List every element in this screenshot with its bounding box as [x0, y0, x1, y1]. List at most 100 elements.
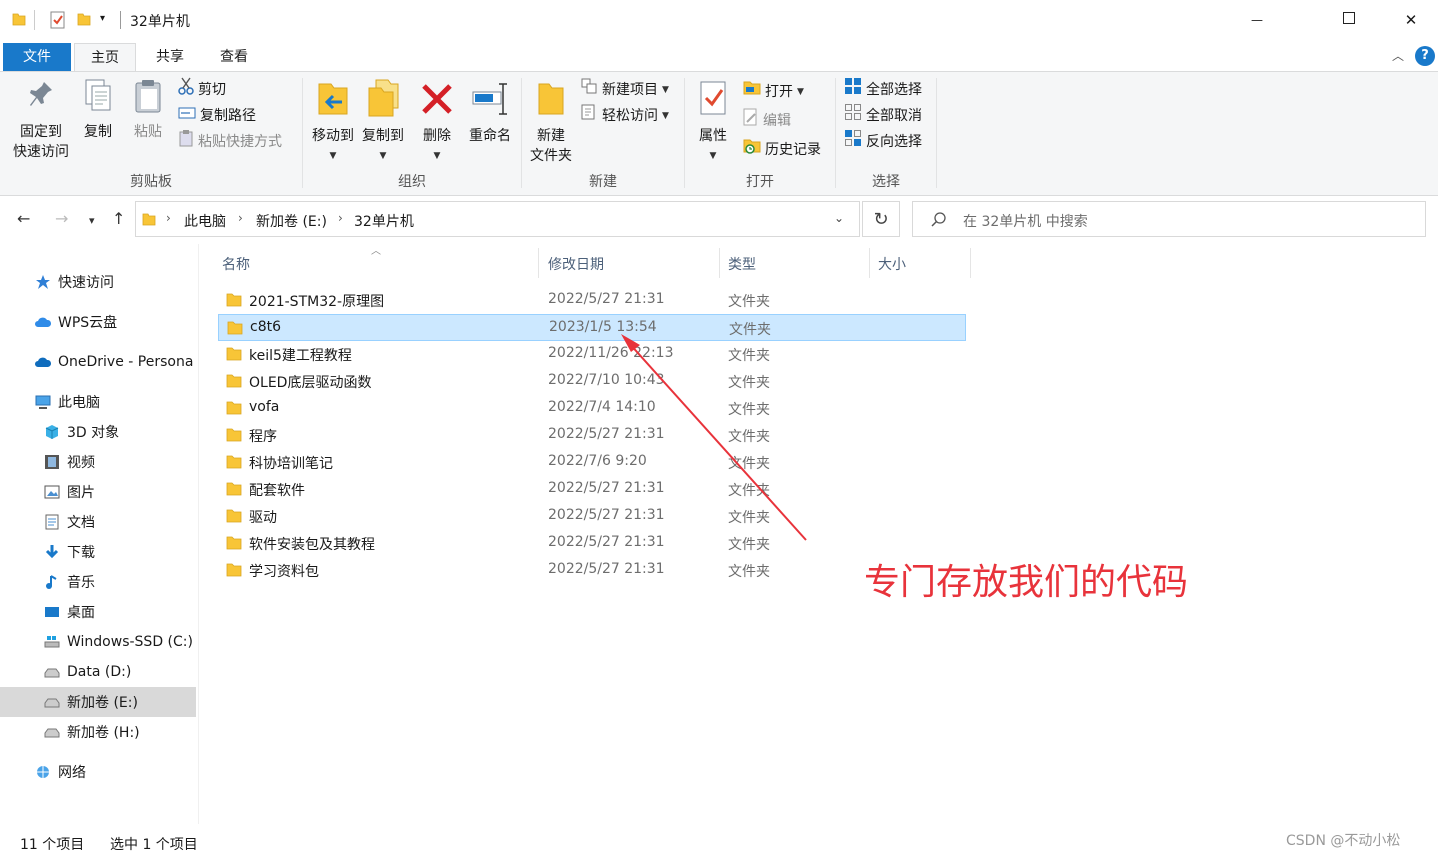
- file-row[interactable]: keil5建工程教程 2022/11/26 22:13 文件夹: [218, 341, 966, 368]
- easy-access-button[interactable]: 轻松访问 ▼: [580, 104, 669, 128]
- file-row-selected[interactable]: c8t6 2023/1/5 13:54 文件夹: [218, 314, 966, 341]
- music-icon: [43, 573, 61, 591]
- file-row[interactable]: vofa 2022/7/4 14:10 文件夹: [218, 395, 966, 422]
- file-type: 文件夹: [729, 322, 771, 338]
- recent-locations-chevron-icon[interactable]: ▾: [89, 214, 95, 227]
- select-all-button[interactable]: 全部选择: [844, 78, 922, 102]
- nav-item-documents[interactable]: 文档: [0, 507, 196, 537]
- column-header-type[interactable]: 类型: [728, 254, 756, 274]
- nav-item-drive-e[interactable]: 新加卷 (E:): [0, 687, 196, 717]
- file-type: 文件夹: [728, 483, 770, 499]
- search-input[interactable]: 在 32单片机 中搜索: [912, 201, 1426, 237]
- nav-item-pictures[interactable]: 图片: [0, 477, 196, 507]
- copy-path-button[interactable]: 复制路径: [178, 104, 256, 128]
- file-row[interactable]: 驱动 2022/5/27 21:31 文件夹: [218, 503, 966, 530]
- annotation-text: 专门存放我们的代码: [864, 562, 1189, 603]
- forward-arrow-icon[interactable]: →: [55, 209, 68, 228]
- breadcrumb-this-pc[interactable]: 此电脑: [184, 211, 226, 231]
- up-arrow-icon[interactable]: ↑: [112, 209, 125, 228]
- collapse-ribbon-icon[interactable]: ︿: [1392, 47, 1404, 64]
- maximize-button[interactable]: [1326, 0, 1372, 40]
- select-all-label: 全部选择: [866, 82, 922, 98]
- nav-item-drive-c[interactable]: Windows-SSD (C:): [0, 627, 196, 657]
- tab-home[interactable]: 主页: [74, 43, 136, 72]
- invert-selection-button[interactable]: 反向选择: [844, 130, 922, 154]
- refresh-button[interactable]: ↻: [862, 201, 900, 237]
- cut-button[interactable]: 剪切: [178, 77, 226, 102]
- paste-button[interactable]: 粘贴: [126, 78, 170, 142]
- nav-item-wps-cloud[interactable]: WPS云盘: [0, 307, 196, 337]
- history-button[interactable]: 历史记录: [743, 138, 821, 162]
- star-icon: [34, 273, 52, 291]
- breadcrumb-separator-icon[interactable]: ›: [338, 211, 343, 225]
- breadcrumb-separator-icon[interactable]: ›: [166, 211, 171, 225]
- edit-button[interactable]: 编辑: [743, 108, 791, 134]
- nav-item-drive-d[interactable]: Data (D:): [0, 657, 196, 687]
- file-row[interactable]: 2021-STM32-原理图 2022/5/27 21:31 文件夹: [218, 287, 966, 314]
- maximize-icon: [1343, 12, 1355, 28]
- file-type: 文件夹: [728, 294, 770, 310]
- navigation-pane: 快速访问 WPS云盘 OneDrive - Persona 此电脑 3D 对象 …: [0, 244, 198, 824]
- easy-access-dropdown-icon: ▼: [662, 111, 669, 121]
- paste-shortcut-button[interactable]: 粘贴快捷方式: [178, 130, 282, 154]
- nav-item-desktop[interactable]: 桌面: [0, 597, 196, 627]
- open-button[interactable]: 打开 ▼: [743, 80, 804, 104]
- file-row[interactable]: 配套软件 2022/5/27 21:31 文件夹: [218, 476, 966, 503]
- column-divider[interactable]: [970, 248, 971, 278]
- nav-item-this-pc[interactable]: 此电脑: [0, 387, 196, 417]
- network-icon: [34, 763, 52, 781]
- address-bar[interactable]: › 此电脑 › 新加卷 (E:) › 32单片机 ⌄: [135, 201, 860, 237]
- column-divider[interactable]: [719, 248, 720, 278]
- file-row[interactable]: 软件安装包及其教程 2022/5/27 21:31 文件夹: [218, 530, 966, 557]
- nav-item-label: 文档: [67, 515, 95, 531]
- select-none-button[interactable]: 全部取消: [844, 104, 922, 128]
- nav-item-drive-h[interactable]: 新加卷 (H:): [0, 717, 196, 747]
- help-icon[interactable]: ?: [1415, 46, 1435, 66]
- copy-button[interactable]: 复制: [76, 78, 120, 142]
- title-divider: [120, 11, 121, 29]
- back-arrow-icon[interactable]: ←: [17, 209, 30, 228]
- breadcrumb-drive-e[interactable]: 新加卷 (E:): [256, 211, 327, 231]
- file-name: 2021-STM32-原理图: [249, 294, 385, 310]
- breadcrumb-current-folder[interactable]: 32单片机: [354, 211, 414, 231]
- column-header-date[interactable]: 修改日期: [548, 254, 604, 274]
- delete-button[interactable]: 删除 ▼: [415, 78, 459, 166]
- nav-item-downloads[interactable]: 下载: [0, 537, 196, 567]
- nav-item-videos[interactable]: 视频: [0, 447, 196, 477]
- properties-button[interactable]: 属性 ▼: [691, 78, 735, 166]
- customize-quick-access-icon[interactable]: ▾: [100, 13, 105, 24]
- file-date: 2022/7/4 14:10: [548, 399, 656, 415]
- new-folder-button[interactable]: 新建 文件夹: [526, 78, 576, 166]
- close-button[interactable]: ✕: [1388, 0, 1434, 40]
- file-row[interactable]: 程序 2022/5/27 21:31 文件夹: [218, 422, 966, 449]
- column-divider[interactable]: [869, 248, 870, 278]
- new-item-button[interactable]: 新建项目 ▼: [580, 78, 669, 102]
- file-name: 驱动: [249, 510, 277, 526]
- tab-view[interactable]: 查看: [204, 43, 264, 71]
- edit-icon: [743, 108, 759, 134]
- copy-to-button[interactable]: 复制到 ▼: [357, 78, 409, 166]
- nav-item-3d-objects[interactable]: 3D 对象: [0, 417, 196, 447]
- minimize-button[interactable]: —: [1234, 0, 1280, 40]
- file-row[interactable]: 学习资料包 2022/5/27 21:31 文件夹: [218, 557, 966, 584]
- nav-item-onedrive[interactable]: OneDrive - Persona: [0, 347, 196, 377]
- new-folder-quick-icon[interactable]: [77, 11, 91, 31]
- history-icon: [743, 137, 761, 163]
- breadcrumb-separator-icon[interactable]: ›: [238, 211, 243, 225]
- file-type: 文件夹: [728, 348, 770, 364]
- move-to-button[interactable]: 移动到 ▼: [307, 78, 359, 166]
- tab-share[interactable]: 共享: [140, 43, 200, 71]
- nav-item-network[interactable]: 网络: [0, 757, 196, 787]
- column-header-name[interactable]: 名称: [222, 254, 250, 274]
- file-row[interactable]: 科协培训笔记 2022/7/6 9:20 文件夹: [218, 449, 966, 476]
- pin-quick-access-button[interactable]: 固定到 快速访问: [8, 78, 74, 162]
- column-header-size[interactable]: 大小: [878, 254, 906, 274]
- tab-file[interactable]: 文件: [3, 43, 71, 71]
- properties-quick-icon[interactable]: [50, 11, 66, 33]
- nav-item-quick-access[interactable]: 快速访问: [0, 267, 196, 297]
- address-dropdown-icon[interactable]: ⌄: [834, 211, 844, 225]
- rename-button[interactable]: 重命名: [463, 78, 517, 146]
- nav-item-music[interactable]: 音乐: [0, 567, 196, 597]
- file-row[interactable]: OLED底层驱动函数 2022/7/10 10:43 文件夹: [218, 368, 966, 395]
- column-divider[interactable]: [538, 248, 539, 278]
